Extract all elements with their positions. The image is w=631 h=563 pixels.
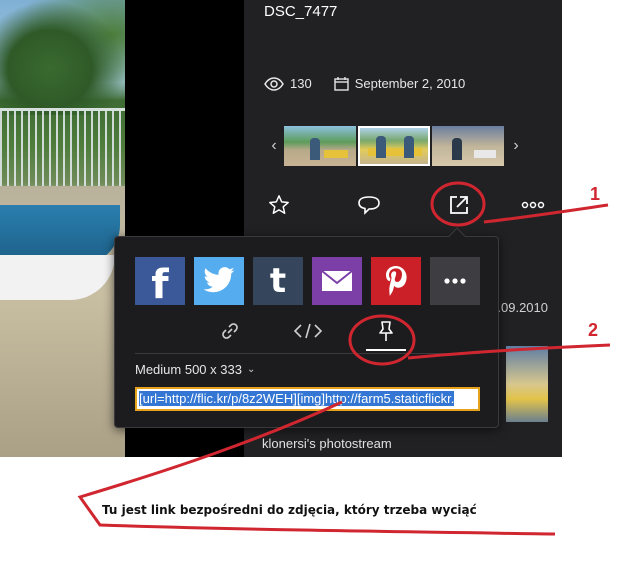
embed-code-selected-text: [url=http://flic.kr/p/8z2WEH][img]http:/…	[139, 391, 455, 406]
tumblr-share-button[interactable]: t	[253, 257, 303, 305]
filmstrip: ‹ ›	[264, 126, 526, 166]
size-dropdown-value: Medium 500 x 333	[135, 362, 242, 377]
views-stat: 130	[264, 76, 312, 91]
filmstrip-thumb-current[interactable]	[358, 126, 430, 166]
more-icon	[521, 201, 545, 209]
photo-trees	[0, 0, 125, 115]
star-icon	[269, 195, 289, 214]
thumb-figure	[452, 138, 462, 160]
photo-fence	[0, 108, 125, 186]
filmstrip-prev-button[interactable]: ‹	[264, 137, 284, 155]
main-photo[interactable]	[0, 0, 125, 457]
thumb-object	[474, 150, 496, 158]
favorite-button[interactable]	[264, 190, 294, 220]
annotation-note: Tu jest link bezpośredni do zdjęcia, któ…	[102, 503, 477, 517]
share-buttons: f t	[135, 257, 489, 308]
date-taken: September 2, 2010	[354, 76, 466, 91]
calendar-icon	[334, 76, 349, 91]
more-actions-button[interactable]	[518, 190, 548, 220]
photo-actions	[264, 190, 554, 220]
filmstrip-thumb-prev[interactable]	[284, 126, 356, 166]
envelope-icon	[321, 270, 353, 291]
share-popup: f t Medium 500 x 333 ⌄ [url=http://flic.…	[114, 227, 499, 428]
tumblr-icon: t	[269, 261, 287, 301]
date-stat: September 2, 2010	[334, 76, 466, 91]
pinterest-icon	[386, 266, 407, 296]
thumb-figure	[376, 136, 386, 158]
popup-divider	[135, 353, 480, 354]
twitter-share-button[interactable]	[194, 257, 244, 305]
link-icon	[222, 323, 238, 339]
more-share-options-button[interactable]	[430, 257, 480, 305]
embed-code-field[interactable]: [url=http://flic.kr/p/8z2WEH][img]http:/…	[135, 387, 480, 411]
share-icon	[450, 196, 468, 214]
tab-embed[interactable]	[293, 317, 323, 345]
annotation-number-1: 1	[590, 184, 601, 204]
comment-button[interactable]	[354, 190, 384, 220]
tab-link[interactable]	[215, 317, 245, 345]
background-date: .09.2010	[497, 300, 548, 315]
pin-icon	[379, 321, 393, 341]
background-thumbnail[interactable]	[506, 346, 548, 422]
facebook-share-button[interactable]: f	[135, 257, 185, 308]
comment-icon	[358, 196, 380, 215]
share-format-tabs	[215, 317, 415, 351]
embed-code-icon	[293, 323, 323, 339]
annotation-number-2: 2	[588, 320, 599, 340]
photo-title: DSC_7477	[264, 3, 338, 20]
tab-bbcode[interactable]	[371, 317, 401, 345]
filmstrip-thumb-next[interactable]	[432, 126, 504, 166]
thumb-boat	[324, 150, 348, 158]
chevron-down-icon: ⌄	[246, 364, 256, 375]
twitter-icon	[203, 267, 235, 293]
eye-icon	[264, 76, 284, 91]
size-dropdown[interactable]: Medium 500 x 333 ⌄	[135, 362, 255, 377]
pinterest-share-button[interactable]	[371, 257, 421, 305]
views-count: 130	[290, 76, 312, 91]
thumb-figure	[310, 138, 320, 160]
photo-stats: 130 September 2, 2010	[264, 76, 487, 91]
more-dots-icon	[444, 278, 466, 284]
photostream-link[interactable]: klonersi's photostream	[262, 436, 392, 451]
facebook-icon: f	[151, 262, 169, 308]
filmstrip-next-button[interactable]: ›	[506, 137, 526, 155]
active-tab-indicator	[366, 349, 406, 351]
thumb-figure	[404, 136, 414, 158]
email-share-button[interactable]	[312, 257, 362, 305]
share-button[interactable]	[444, 190, 474, 220]
